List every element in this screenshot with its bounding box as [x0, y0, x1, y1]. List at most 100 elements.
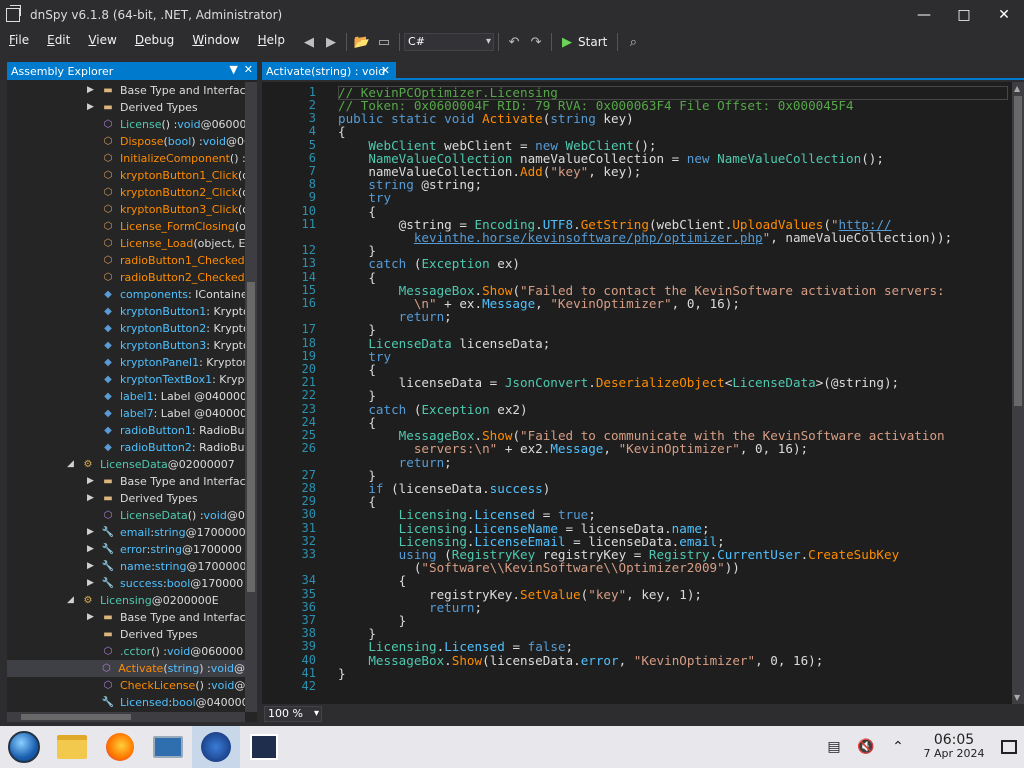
tree-item[interactable]: ◆ kryptonButton2 : Krypto: [7, 320, 245, 337]
tree-item[interactable]: ⬡ License_Load(object, Ev: [7, 235, 245, 252]
code-token: , nameValueCollection));: [770, 230, 953, 246]
close-panel-icon[interactable]: ✕: [244, 63, 253, 76]
tree-item[interactable]: ▶ ▬ Base Type and Interfaces: [7, 82, 245, 99]
minimize-button[interactable]: —: [904, 0, 944, 30]
back-arrow-icon[interactable]: ◀: [298, 31, 320, 53]
scroll-thumb[interactable]: [247, 282, 255, 592]
tree-item[interactable]: ⬡Dispose(bool) : void @06: [7, 133, 245, 150]
muted-speaker-icon[interactable]: 🔇: [850, 739, 882, 755]
line-number: 41: [301, 665, 316, 680]
tree-item[interactable]: 🔧 Licensed : bool @040000: [7, 694, 245, 711]
code-token: ;: [444, 454, 452, 470]
menu-edit[interactable]: Edit: [38, 30, 79, 54]
menu-help[interactable]: Help: [249, 30, 294, 54]
explorer-horizontal-scrollbar[interactable]: [7, 712, 245, 722]
tree-item[interactable]: ▶ ▬ Base Type and Interfaces: [7, 609, 245, 626]
tree-item-text: Licensing: [100, 594, 152, 607]
expand-arrow-icon[interactable]: ◢: [67, 456, 77, 473]
expand-arrow-icon[interactable]: ▶: [87, 524, 97, 541]
menu-window[interactable]: Window: [183, 30, 248, 54]
start-debugging-button[interactable]: ▶ Start: [556, 35, 613, 50]
tree-item-text: name: [120, 560, 152, 573]
tab-activate[interactable]: Activate(string) : void ✕: [262, 62, 396, 80]
tree-item[interactable]: ⬡ License() : void @06000: [7, 116, 245, 133]
undo-icon[interactable]: ↶: [503, 31, 525, 53]
taskbar-remote-desktop[interactable]: [144, 726, 192, 768]
taskbar-firefox[interactable]: [96, 726, 144, 768]
tree-item[interactable]: ▬ Derived Types: [7, 626, 197, 643]
taskbar-dnspy[interactable]: [192, 726, 240, 768]
redo-icon[interactable]: ↷: [525, 31, 547, 53]
tree-item[interactable]: ▶ 🔧 name : string @1700000: [7, 558, 245, 575]
tree-item-selected[interactable]: ⬡ Activate(string) : void @: [7, 660, 245, 677]
tree-item[interactable]: ◆ kryptonTextBox1 : Krypt: [7, 371, 245, 388]
tree-item[interactable]: ⬡ License_FormClosing(ob: [7, 218, 245, 235]
language-select[interactable]: C#: [404, 33, 495, 51]
tree-item[interactable]: ⬡ LicenseData() : void @06: [7, 507, 245, 524]
scroll-up-arrow-icon[interactable]: ▲: [1014, 84, 1020, 93]
tree-item[interactable]: ◢ ⚙ LicenseData @02000007: [7, 456, 235, 473]
clipboard-icon[interactable]: ▤: [818, 739, 850, 755]
search-icon[interactable]: ⌕: [622, 31, 644, 53]
chevron-up-icon[interactable]: ⌃: [882, 739, 914, 755]
expand-arrow-icon[interactable]: ▶: [87, 541, 97, 558]
start-button[interactable]: [0, 726, 48, 768]
expand-arrow-icon[interactable]: ▶: [87, 82, 97, 99]
clock[interactable]: 06:05 7 Apr 2024: [914, 733, 994, 761]
tree-item[interactable]: ⬡ kryptonButton3_Click(ob: [7, 201, 245, 218]
tree-item[interactable]: ⬡ CheckLicense() : void @0: [7, 677, 245, 694]
tree-item[interactable]: ◆ kryptonPanel1 : Krypton: [7, 354, 245, 371]
tree-item-text: @06000: [200, 118, 245, 131]
tree-item[interactable]: ◢ ⚙ Licensing @0200000E: [7, 592, 219, 609]
tree-item[interactable]: ◆ kryptonButton1 : Krypto: [7, 303, 245, 320]
explorer-vertical-scrollbar[interactable]: [245, 82, 257, 712]
tree-item[interactable]: ▶ 🔧 email : string @1700000: [7, 524, 245, 541]
expand-arrow-icon[interactable]: ▶: [87, 99, 97, 116]
expand-arrow-icon[interactable]: ▶: [87, 575, 97, 592]
scroll-thumb[interactable]: [21, 714, 131, 720]
zoom-select[interactable]: 100 %: [264, 706, 322, 722]
dropdown-arrow-icon[interactable]: ▼: [229, 63, 237, 76]
notification-icon[interactable]: [994, 740, 1024, 754]
expand-arrow-icon[interactable]: ▶: [87, 473, 97, 490]
menu-view[interactable]: View: [79, 30, 125, 54]
expand-arrow-icon[interactable]: ▶: [87, 558, 97, 575]
tree-item[interactable]: ▶ ▬ Base Type and Interfaces: [7, 473, 245, 490]
close-tab-icon[interactable]: ✕: [381, 64, 390, 77]
code-editor[interactable]: 1 2 3 4 5 6 7 8 9 10 11 12 13 14 15 16 17 18 19 20 21 22 23 24 2…: [262, 82, 1024, 704]
forward-arrow-icon[interactable]: ▶: [320, 31, 342, 53]
tree-item[interactable]: ◆ radioButton1 : RadioButt: [7, 422, 245, 439]
tree-item[interactable]: ◆ label1 : Label @0400003: [7, 388, 245, 405]
tree-item[interactable]: ▶ ▬ Derived Types: [7, 99, 198, 116]
tree-item[interactable]: ⬡ radioButton2_CheckedC: [7, 269, 245, 286]
tree-item[interactable]: ◆ components : IContainer: [7, 286, 245, 303]
taskbar-task-view[interactable]: [240, 726, 288, 768]
dnspy-window-icon[interactable]: [6, 5, 21, 22]
tree-item[interactable]: ▶ ▬ Derived Types: [7, 490, 198, 507]
menu-debug[interactable]: Debug: [126, 30, 183, 54]
open-folder-icon[interactable]: 📂: [351, 31, 373, 53]
tree-item[interactable]: ▶ 🔧 error : string @1700000: [7, 541, 242, 558]
taskbar-file-explorer[interactable]: [48, 726, 96, 768]
tree-item[interactable]: ⬡ kryptonButton1_Click(ob: [7, 167, 245, 184]
scroll-thumb[interactable]: [1014, 96, 1022, 406]
tree-item[interactable]: ⬡ InitializeComponent() : v: [7, 150, 245, 167]
tree-item[interactable]: ▶ 🔧 success : bool @170000: [7, 575, 243, 592]
tree-item[interactable]: ◆ kryptonButton3 : Krypto: [7, 337, 245, 354]
tree-item[interactable]: ⬡ radioButton1_CheckedC: [7, 252, 245, 269]
expand-arrow-icon[interactable]: ▶: [87, 490, 97, 507]
code-text[interactable]: // KevinPCOptimizer.Licensing// Token: 0…: [338, 82, 1008, 704]
tree-item[interactable]: ◆ radioButton2 : RadioButt: [7, 439, 245, 456]
tab-label: Activate(string) : void: [266, 64, 386, 78]
editor-vertical-scrollbar[interactable]: ▲ ▼: [1012, 82, 1024, 704]
menu-file[interactable]: File: [0, 30, 38, 54]
close-button[interactable]: ✕: [984, 0, 1024, 30]
save-icon[interactable]: ▭: [373, 31, 395, 53]
expand-arrow-icon[interactable]: ▶: [87, 609, 97, 626]
tree-item[interactable]: ◆ label7 : Label @0400003: [7, 405, 245, 422]
tree-item[interactable]: ⬡ kryptonButton2_Click(ob: [7, 184, 245, 201]
maximize-button[interactable]: □: [944, 0, 984, 30]
scroll-down-arrow-icon[interactable]: ▼: [1014, 693, 1020, 702]
expand-arrow-icon[interactable]: ◢: [67, 592, 77, 609]
tree-item[interactable]: ⬡ .cctor() : void @060000: [7, 643, 244, 660]
